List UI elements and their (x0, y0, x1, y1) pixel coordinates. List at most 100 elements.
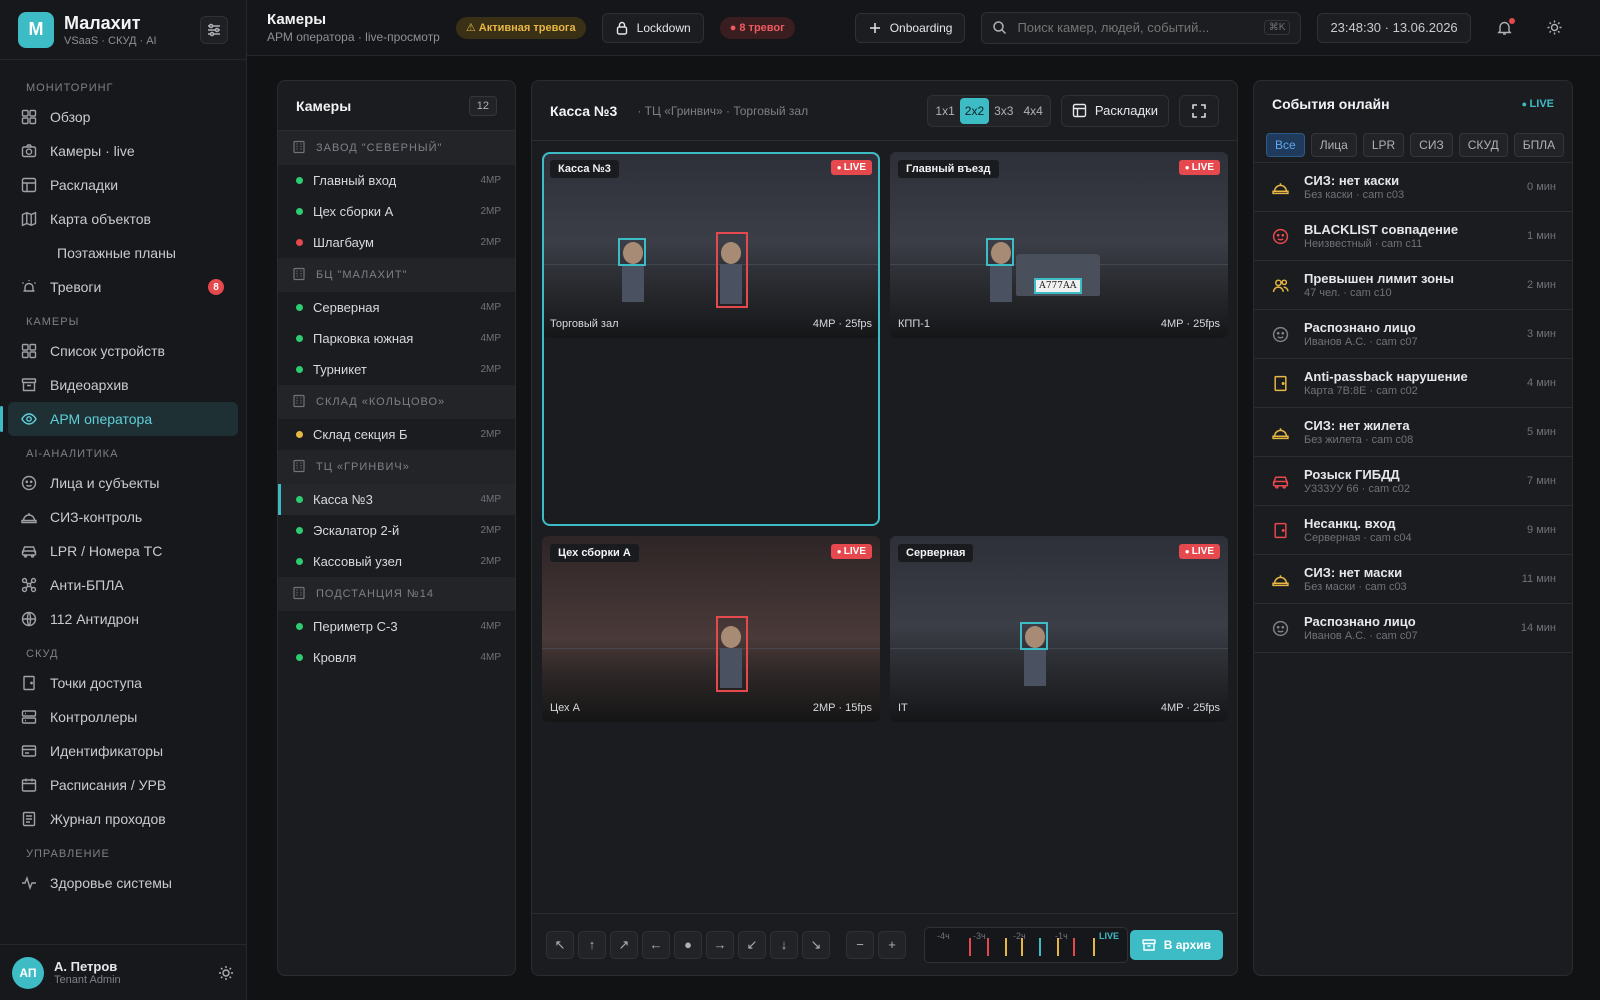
sidebar-item[interactable]: Журнал проходов (8, 802, 238, 836)
sidebar-item[interactable]: 112 Антидрон (8, 602, 238, 636)
ptz-up-button[interactable]: ↑ (578, 930, 606, 959)
search-box[interactable]: ⌘K (981, 11, 1302, 44)
sidebar-item[interactable]: LPR / Номера ТС (8, 534, 238, 568)
fullscreen-button[interactable] (1179, 94, 1219, 127)
zoom-out-button[interactable]: − (846, 930, 874, 959)
tile-stream-info: 4MP · 25fps (1160, 318, 1220, 330)
grid-option-2x2[interactable]: 2x2 (959, 97, 990, 124)
timeline[interactable]: -4ч -3ч -2ч -1ч LIVE (924, 926, 1128, 963)
camera-list-item[interactable]: Цех сборки А 2MP (278, 196, 515, 227)
sidebar-item[interactable]: Идентификаторы (8, 734, 238, 768)
event-item[interactable]: Превышен лимит зоны 47 чел. · cam c10 2 … (1254, 261, 1572, 310)
event-filter[interactable]: Лица (1310, 132, 1357, 157)
sidebar-item[interactable]: Расписания / УРВ (8, 768, 238, 802)
event-item[interactable]: Распознано лицо Иванов А.С. · cam c07 3 … (1254, 310, 1572, 359)
sidebar-item[interactable]: Контроллеры (8, 700, 238, 734)
event-filter[interactable]: LPR (1362, 132, 1405, 157)
sidebar-item[interactable]: Обзор (8, 100, 238, 134)
timeline-event-mark[interactable] (1005, 937, 1007, 956)
grid-option-3x3[interactable]: 3x3 (989, 98, 1018, 124)
sidebar-nav: Мониторинг Обзор Камеры · live Раскладки Кар… (0, 60, 246, 910)
ptz-left-button[interactable]: ← (642, 930, 670, 959)
active-alarm-badge[interactable]: ⚠ Активная тревога (455, 16, 586, 39)
settings-button[interactable] (1539, 12, 1571, 44)
camera-group[interactable]: СКЛАД «КОЛЬЦОВО» (278, 385, 515, 419)
event-item[interactable]: BLACKLIST совпадение Неизвестный · cam c… (1254, 212, 1572, 261)
sidebar-item-label: Точки доступа (50, 675, 142, 691)
camera-list-item[interactable]: Касса №3 4MP (278, 484, 515, 515)
video-tile[interactable]: Серверная LIVE IT 4MP · 25fps (890, 536, 1228, 722)
camera-list-item[interactable]: Кассовый узел 2MP (278, 546, 515, 577)
sidebar-item[interactable]: Лица и субъекты (8, 466, 238, 500)
ptz-up-left-button[interactable]: ↖ (546, 930, 574, 959)
camera-group[interactable]: ЗАВОД "СЕВЕРНЫЙ" (278, 131, 515, 165)
ptz-up-right-button[interactable]: ↗ (610, 930, 638, 959)
layouts-button[interactable]: Раскладки (1060, 94, 1169, 127)
camera-group[interactable]: ПОДСТАНЦИЯ №14 (278, 577, 515, 611)
onboarding-button[interactable]: Onboarding (854, 12, 966, 43)
timeline-event-mark[interactable] (1093, 937, 1095, 956)
sidebar-item[interactable]: Список устройств (8, 334, 238, 368)
sidebar-toggle-button[interactable] (200, 15, 228, 44)
timeline-event-mark[interactable] (1073, 937, 1075, 956)
timeline-event-mark[interactable] (1021, 937, 1023, 956)
event-item[interactable]: СИЗ: нет каски Без каски · cam c03 0 мин (1254, 163, 1572, 212)
ptz-down-right-button[interactable]: ↘ (802, 930, 830, 959)
event-item[interactable]: Anti-passback нарушение Карта 7B:8E · ca… (1254, 359, 1572, 408)
to-archive-button[interactable]: В архив (1129, 929, 1223, 960)
event-item[interactable]: СИЗ: нет маски Без маски · cam c03 11 ми… (1254, 555, 1572, 604)
camera-list-item[interactable]: Периметр С-3 4MP (278, 611, 515, 642)
event-item[interactable]: Розыск ГИБДД У333УУ 66 · cam c02 7 мин (1254, 457, 1572, 506)
user-profile[interactable]: АП А. Петров Tenant Admin (0, 944, 246, 1000)
camera-list-item[interactable]: Эскалатор 2-й 2MP (278, 515, 515, 546)
sidebar-item[interactable]: Точки доступа (8, 666, 238, 700)
sidebar-item[interactable]: Тревоги 8 (8, 270, 238, 304)
sidebar-item[interactable]: Видеоархив (8, 368, 238, 402)
grid-option-4x4[interactable]: 4x4 (1018, 98, 1047, 124)
sidebar-item[interactable]: АРМ оператора (0, 402, 238, 436)
ptz-down-button[interactable]: ↓ (770, 930, 798, 959)
camera-list-item[interactable]: Шлагбаум 2MP (278, 227, 515, 258)
ptz-down-left-button[interactable]: ↙ (738, 930, 766, 959)
sidebar-item[interactable]: СИЗ-контроль (8, 500, 238, 534)
sidebar-item[interactable]: Карта объектов (8, 202, 238, 236)
event-filter[interactable]: Все (1266, 132, 1305, 157)
event-item[interactable]: СИЗ: нет жилета Без жилета · cam c08 5 м… (1254, 408, 1572, 457)
ptz-home-button[interactable]: ● (674, 930, 702, 959)
camera-group[interactable]: ТЦ «ГРИНВИЧ» (278, 450, 515, 484)
timeline-event-mark[interactable] (1057, 937, 1059, 956)
theme-toggle-icon[interactable] (218, 965, 234, 981)
camera-list-item[interactable]: Парковка южная 4MP (278, 323, 515, 354)
sidebar-item[interactable]: Здоровье системы (8, 866, 238, 900)
video-tile[interactable]: А777АА Главный въезд LIVE КПП-1 4MP · 25fps (890, 152, 1228, 338)
sidebar-item[interactable]: Камеры · live (8, 134, 238, 168)
lockdown-button[interactable]: Lockdown (601, 12, 704, 43)
camera-list-item[interactable]: Турникет 2MP (278, 354, 515, 385)
camera-group[interactable]: БЦ "МАЛАХИТ" (278, 258, 515, 292)
timeline-event-mark[interactable] (969, 937, 971, 956)
camera-list-item[interactable]: Склад секция Б 2MP (278, 419, 515, 450)
event-title: Anti-passback нарушение (1304, 369, 1468, 384)
camera-list-item[interactable]: Кровля 4MP (278, 642, 515, 673)
alarms-count-badge[interactable]: ● 8 тревог (719, 16, 795, 39)
timeline-event-mark[interactable] (987, 937, 989, 956)
zoom-in-button[interactable]: + (878, 930, 906, 959)
grid-option-1x1[interactable]: 1x1 (930, 98, 959, 124)
video-tile[interactable]: Цех сборки А LIVE Цех А 2MP · 15fps (542, 536, 880, 722)
event-filter[interactable]: СИЗ (1410, 132, 1453, 157)
event-item[interactable]: Распознано лицо Иванов А.С. · cam c07 14… (1254, 604, 1572, 653)
event-filter[interactable]: БПЛА (1513, 132, 1565, 157)
camera-list-item[interactable]: Главный вход 4MP (278, 165, 515, 196)
camera-resolution: 4MP (480, 494, 501, 505)
event-filter[interactable]: СКУД (1458, 132, 1508, 157)
notifications-button[interactable] (1489, 12, 1521, 44)
ptz-right-button[interactable]: → (706, 930, 734, 959)
sidebar-item[interactable]: Поэтажные планы (8, 236, 238, 270)
camera-list-item[interactable]: Серверная 4MP (278, 292, 515, 323)
sidebar-item[interactable]: Анти-БПЛА (8, 568, 238, 602)
sidebar-item[interactable]: Раскладки (8, 168, 238, 202)
timeline-event-mark[interactable] (1039, 937, 1041, 956)
event-item[interactable]: Несанкц. вход Серверная · cam c04 9 мин (1254, 506, 1572, 555)
search-input[interactable] (1017, 20, 1264, 35)
avatar: АП (12, 956, 44, 989)
